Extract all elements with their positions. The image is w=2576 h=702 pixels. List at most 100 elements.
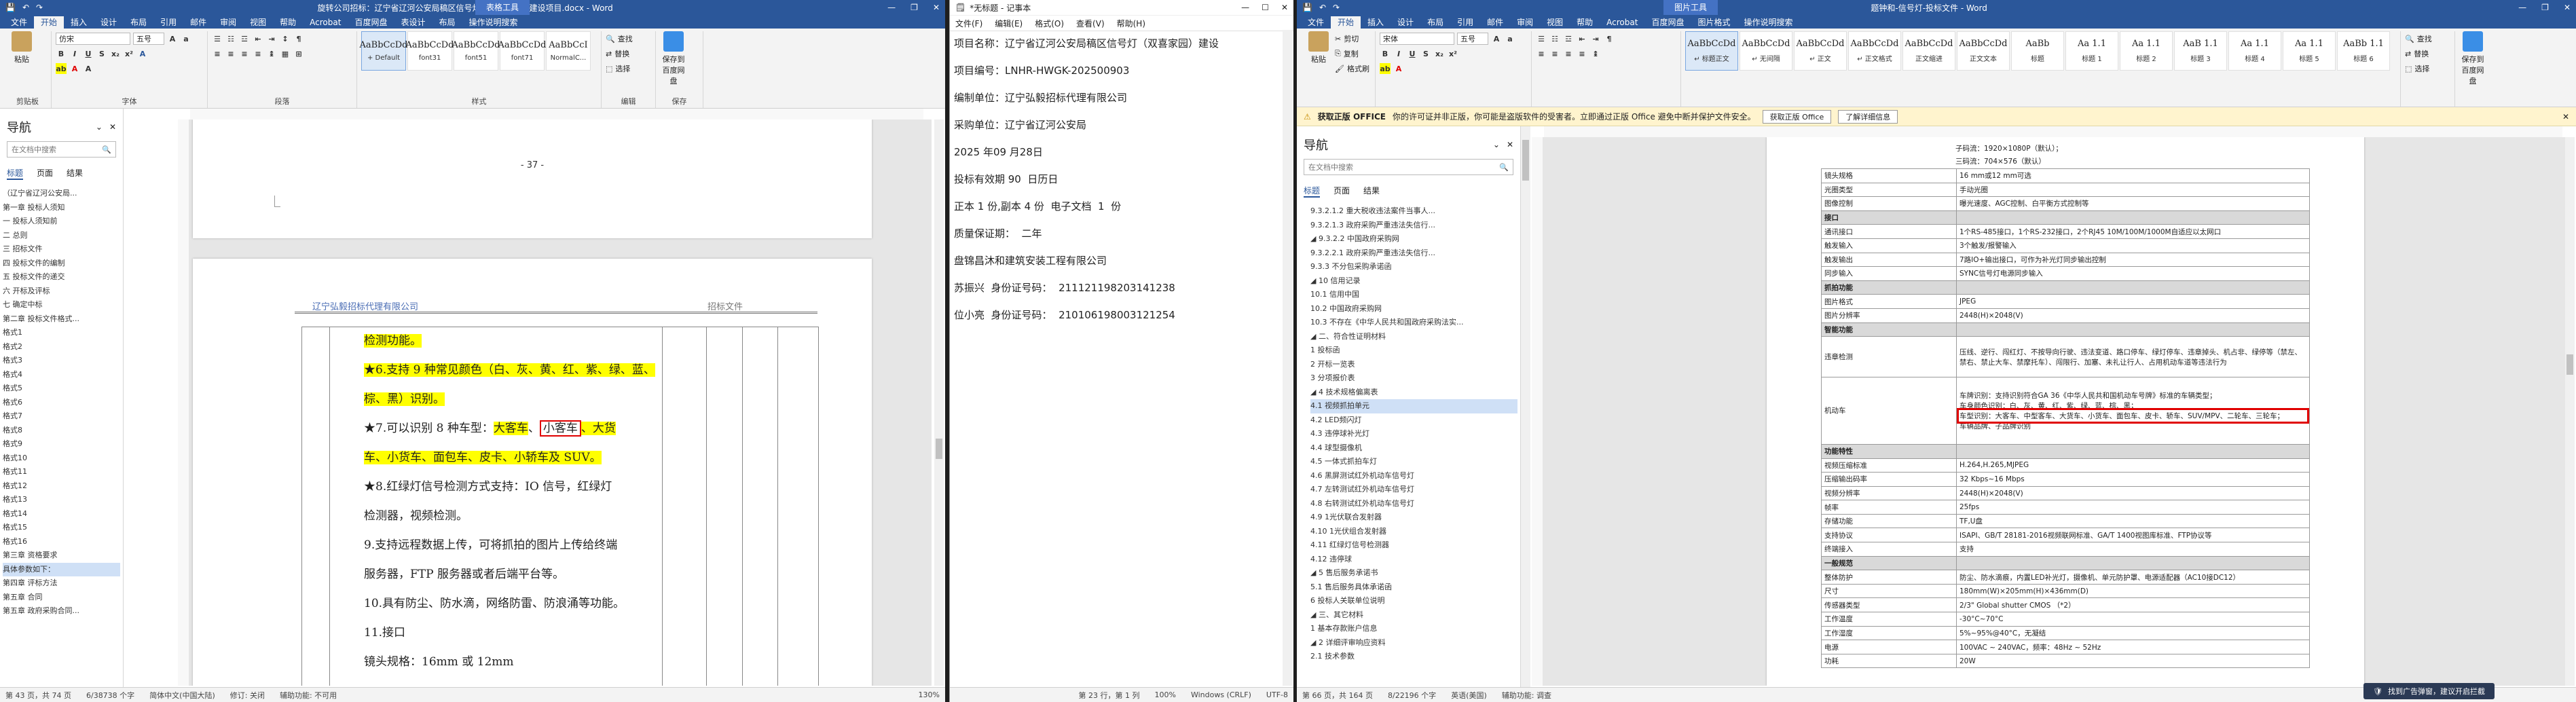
nav-heading-item[interactable]: 4.7 左转测试红外机动车信号灯	[1310, 483, 1517, 497]
subscript-icon[interactable]: x₂	[110, 48, 121, 59]
nav-heading-item[interactable]: 格式8	[3, 424, 120, 438]
minimize-icon[interactable]: —	[1241, 3, 1249, 12]
menu-item[interactable]: 文件(F)	[955, 18, 982, 29]
tell-me-search[interactable]: 操作说明搜索	[462, 16, 525, 29]
nav-heading-item[interactable]: （辽宁省辽河公安局...	[3, 187, 120, 201]
status-item[interactable]: UTF-8	[1266, 690, 1288, 699]
tab-5[interactable]: 引用	[153, 16, 183, 29]
show-marks-icon[interactable]: ¶	[293, 33, 304, 44]
tell-me-search[interactable]: 操作说明搜索	[1737, 16, 1799, 29]
minimize-icon[interactable]: —	[2518, 3, 2526, 12]
style-item[interactable]: Aa 1.1 标题 5	[2283, 31, 2336, 71]
nav-heading-item[interactable]: ◢ 4 技术规格偏离表	[1310, 386, 1517, 400]
close-icon[interactable]: ✕	[2564, 3, 2571, 12]
nav-heading-item[interactable]: 一 投标人须知前	[3, 215, 120, 229]
nav-heading-item[interactable]: 4.2 LED频闪灯	[1310, 413, 1517, 428]
style-item[interactable]: AaBbCcDd 正文文本	[1957, 31, 2010, 71]
nav-heading-item[interactable]: ◢ 10 信用记录	[1310, 274, 1517, 289]
nav-heading-item[interactable]: 格式7	[3, 409, 120, 424]
bullets-icon[interactable]: ☰	[212, 33, 223, 44]
sort-icon[interactable]: ↕	[280, 33, 291, 44]
nav-heading-item[interactable]: 9.3.3 不分包采购承诺函	[1310, 260, 1517, 274]
nav-search-input[interactable]: 在文档中搜索 🔍	[1304, 159, 1513, 175]
nav-heading-item[interactable]: ◢ 二、符合性证明材料	[1310, 330, 1517, 344]
highlight-icon[interactable]: ab	[56, 63, 67, 74]
style-item[interactable]: AaBbCcDd + Default	[360, 31, 408, 71]
char-shading-icon[interactable]: A	[83, 63, 94, 74]
nav-tab[interactable]: 结果	[1363, 185, 1380, 198]
nav-heading-item[interactable]: 第二章 投标文件格式...	[3, 312, 120, 327]
nav-heading-item[interactable]: 格式4	[3, 368, 120, 382]
nav-heading-item[interactable]: 格式1	[3, 326, 120, 340]
minimize-icon[interactable]: —	[887, 3, 896, 12]
tab-8[interactable]: 视图	[243, 16, 273, 29]
decrease-indent-icon[interactable]: ⇤	[1577, 33, 1587, 44]
nav-heading-item[interactable]: 4.1 视频抓拍单元	[1310, 399, 1517, 413]
superscript-icon[interactable]: x²	[124, 48, 134, 59]
menu-item[interactable]: 编辑(E)	[995, 18, 1023, 29]
tab-0[interactable]: 文件	[4, 16, 34, 29]
nav-heading-item[interactable]: 格式5	[3, 382, 120, 396]
restore-icon[interactable]: ❐	[2541, 3, 2549, 12]
paste-button[interactable]: 粘贴	[1305, 31, 1332, 76]
style-item[interactable]: AaBb 1.1 标题 6	[2337, 31, 2390, 71]
nav-heading-item[interactable]: 4.4 球型摄像机	[1310, 441, 1517, 456]
status-item[interactable]: 6/38738 个字	[86, 690, 134, 701]
redo-icon[interactable]: ↷	[36, 3, 43, 12]
vertical-scrollbar[interactable]	[934, 119, 944, 686]
cut-button[interactable]: ✂ 剪切	[1335, 31, 1369, 46]
nav-heading-item[interactable]: 格式3	[3, 354, 120, 368]
decrease-indent-icon[interactable]: ⇤	[253, 33, 263, 44]
bold-icon[interactable]: B	[56, 48, 67, 59]
font-color-icon[interactable]: A	[1393, 63, 1404, 74]
find-button[interactable]: 🔍 查找	[2405, 31, 2450, 46]
nav-heading-item[interactable]: 1 基本存款账户信息	[1310, 622, 1517, 636]
tab-5[interactable]: 引用	[1450, 16, 1480, 29]
strikethrough-icon[interactable]: S	[96, 48, 107, 59]
nav-tab[interactable]: 页面	[37, 167, 53, 180]
style-item[interactable]: AaBbCcDd 正文缩进	[1902, 31, 1955, 71]
nav-heading-item[interactable]: 9.3.2.1.2 重大税收违法案件当事人...	[1310, 204, 1517, 219]
nav-tab[interactable]: 标题	[1304, 185, 1321, 198]
nav-heading-item[interactable]: 三 招标文件	[3, 242, 120, 257]
copy-button[interactable]: ⎘ 复制	[1335, 46, 1369, 61]
nav-heading-item[interactable]: 6 投标人关联单位说明	[1310, 594, 1517, 608]
nav-heading-item[interactable]: 4.3 违停球补光灯	[1310, 427, 1517, 441]
tab-8[interactable]: 视图	[1540, 16, 1570, 29]
nav-heading-item[interactable]: 格式12	[3, 479, 120, 494]
multilevel-icon[interactable]: ☲	[239, 33, 250, 44]
grow-font-icon[interactable]: A	[167, 33, 178, 44]
font-size-combo[interactable]: 五号	[1457, 33, 1488, 45]
nav-heading-item[interactable]: 4.9 1光伏联合发射器	[1310, 511, 1517, 525]
notepad-text-area[interactable]: 项目名称：辽宁省辽河公安局稿区信号灯（双喜家园）建设 项目编号：LNHR-HWGK…	[950, 30, 1283, 686]
undo-icon[interactable]: ↶	[1319, 3, 1326, 12]
text-effect-icon[interactable]: A	[137, 48, 148, 59]
status-item[interactable]: 辅助功能: 调查	[1502, 690, 1551, 701]
shading-icon[interactable]: ▦	[280, 48, 291, 59]
tab-4[interactable]: 布局	[124, 16, 153, 29]
font-name-combo[interactable]: 仿宋	[56, 33, 130, 45]
line-spacing-icon[interactable]: ↨	[1590, 48, 1601, 59]
zoom-level[interactable]: 130%	[919, 690, 940, 699]
italic-icon[interactable]: I	[69, 48, 80, 59]
chevron-down-icon[interactable]: ⌄	[1493, 140, 1500, 149]
nav-tab[interactable]: 结果	[67, 167, 83, 180]
line-spacing-icon[interactable]: ↨	[266, 48, 277, 59]
nav-heading-item[interactable]: 格式11	[3, 465, 120, 479]
style-item[interactable]: AaB 1.1 标题 3	[2174, 31, 2227, 71]
status-item[interactable]: Windows (CRLF)	[1191, 690, 1251, 699]
subscript-icon[interactable]: x₂	[1434, 48, 1445, 59]
tab-1[interactable]: 开始	[1331, 16, 1361, 29]
tab-1[interactable]: 开始	[34, 16, 65, 29]
nav-heading-item[interactable]: 4.8 右转测试红外机动车信号灯	[1310, 497, 1517, 511]
nav-heading-item[interactable]: 第五章 合同	[3, 591, 120, 605]
nav-heading-item[interactable]: 二 总则	[3, 229, 120, 243]
nav-heading-item[interactable]: ◢ 三、其它材料	[1310, 608, 1517, 623]
status-item[interactable]: 100%	[1155, 690, 1176, 699]
tab-3[interactable]: 设计	[94, 16, 124, 29]
restore-icon[interactable]: ❐	[910, 3, 918, 12]
tab-6[interactable]: 邮件	[1480, 16, 1510, 29]
nav-heading-item[interactable]: 9.3.2.1.3 政府采购严重违法失信行...	[1310, 219, 1517, 233]
nav-heading-item[interactable]: 七 确定中标	[3, 298, 120, 312]
tab-2[interactable]: 插入	[1361, 16, 1391, 29]
